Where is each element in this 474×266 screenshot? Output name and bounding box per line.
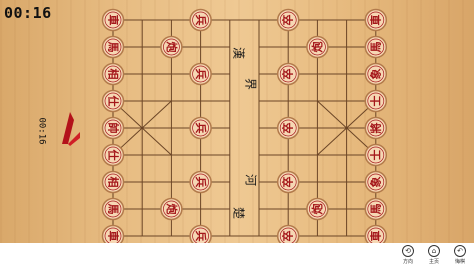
undo-label: 悔棋 xyxy=(454,258,465,265)
rotate-icon: ⟲ xyxy=(402,244,414,257)
bottom-toolbar: ⟲ 方向 ⌂ 主页 ↶ 悔棋 xyxy=(0,243,474,266)
chess-piece[interactable]: 馬 xyxy=(364,197,388,221)
chess-piece[interactable]: 卒 xyxy=(276,62,300,86)
piece-label: 士 xyxy=(368,150,382,161)
chess-piece[interactable]: 馬 xyxy=(101,35,125,59)
piece-label: 卒 xyxy=(281,231,295,242)
chess-piece[interactable]: 馬 xyxy=(364,35,388,59)
chess-piece[interactable]: 卒 xyxy=(276,116,300,140)
chess-piece[interactable]: 車 xyxy=(364,8,388,32)
chess-piece[interactable]: 車 xyxy=(101,224,125,244)
chess-piece[interactable]: 士 xyxy=(364,89,388,113)
piece-label: 兵 xyxy=(194,177,208,188)
river-label: 漢 xyxy=(231,47,245,59)
piece-label: 帥 xyxy=(107,123,121,134)
direction-button[interactable]: ⟲ 方向 xyxy=(395,243,421,266)
chess-piece[interactable]: 仕 xyxy=(101,89,125,113)
chess-piece[interactable]: 象 xyxy=(364,62,388,86)
chess-piece[interactable]: 車 xyxy=(101,8,125,32)
piece-label: 相 xyxy=(107,177,121,188)
piece-label: 馬 xyxy=(107,204,120,215)
piece-label: 馬 xyxy=(369,42,382,53)
chess-piece[interactable]: 馬 xyxy=(101,197,125,221)
game-window: 漢界河楚車馬相仕帥仕相馬車炮炮兵兵兵兵兵卒卒卒卒卒炮炮車馬象士將士象馬車 00:… xyxy=(0,0,474,266)
piece-label: 象 xyxy=(368,69,382,80)
piece-label: 車 xyxy=(107,15,121,26)
piece-label: 卒 xyxy=(281,69,295,80)
piece-label: 炮 xyxy=(310,42,324,53)
piece-label: 象 xyxy=(368,177,382,188)
piece-label: 相 xyxy=(107,69,121,80)
chess-piece[interactable]: 卒 xyxy=(276,8,300,32)
chess-piece[interactable]: 車 xyxy=(364,224,388,244)
chess-piece[interactable]: 象 xyxy=(364,170,388,194)
chess-piece[interactable]: 相 xyxy=(101,170,125,194)
river-label: 楚 xyxy=(231,207,245,219)
chess-piece[interactable]: 相 xyxy=(101,62,125,86)
piece-label: 卒 xyxy=(281,123,295,134)
chess-piece[interactable]: 將 xyxy=(364,116,388,140)
piece-label: 車 xyxy=(368,231,382,242)
piece-label: 仕 xyxy=(107,95,121,107)
piece-label: 卒 xyxy=(281,177,295,188)
direction-label: 方向 xyxy=(402,258,413,265)
chess-piece[interactable]: 士 xyxy=(364,143,388,167)
piece-label: 車 xyxy=(107,231,121,242)
undo-icon: ↶ xyxy=(454,244,466,257)
piece-label: 將 xyxy=(368,123,382,134)
chess-piece[interactable]: 仕 xyxy=(101,143,125,167)
chess-piece[interactable]: 炮 xyxy=(306,35,329,59)
undo-button[interactable]: ↶ 悔棋 xyxy=(447,243,473,266)
chess-piece[interactable]: 炮 xyxy=(160,35,183,59)
piece-label: 兵 xyxy=(194,231,208,242)
menu-label: 主页 xyxy=(428,258,439,265)
side-timer: 00:16 xyxy=(36,117,47,145)
piece-label: 兵 xyxy=(194,15,208,26)
piece-label: 炮 xyxy=(165,42,179,53)
chess-piece[interactable]: 兵 xyxy=(189,224,212,244)
menu-button[interactable]: ⌂ 主页 xyxy=(421,243,447,266)
piece-label: 馬 xyxy=(369,204,382,215)
home-icon: ⌂ xyxy=(428,244,440,257)
piece-label: 兵 xyxy=(194,69,208,80)
chess-piece[interactable]: 兵 xyxy=(189,62,212,86)
piece-label: 仕 xyxy=(107,149,121,161)
turn-indicator: 00:16 xyxy=(36,104,92,158)
piece-label: 士 xyxy=(368,96,382,107)
piece-label: 卒 xyxy=(281,15,295,26)
game-timer: 00:16 xyxy=(4,4,52,22)
chess-piece[interactable]: 炮 xyxy=(160,197,183,221)
piece-label: 馬 xyxy=(107,42,120,53)
piece-label: 車 xyxy=(368,15,382,26)
piece-label: 兵 xyxy=(194,123,208,134)
chess-piece[interactable]: 卒 xyxy=(276,170,300,194)
river-label: 河 xyxy=(243,174,257,186)
chess-piece[interactable]: 卒 xyxy=(276,224,300,244)
chess-piece[interactable]: 炮 xyxy=(306,197,329,221)
piece-label: 炮 xyxy=(310,204,324,215)
piece-label: 炮 xyxy=(165,204,179,215)
river-label: 界 xyxy=(243,78,257,90)
chess-piece[interactable]: 帥 xyxy=(101,116,125,140)
chess-piece[interactable]: 兵 xyxy=(189,8,212,32)
turn-arrow-icon xyxy=(62,112,80,146)
chess-piece[interactable]: 兵 xyxy=(189,116,212,140)
chess-piece[interactable]: 兵 xyxy=(189,170,212,194)
